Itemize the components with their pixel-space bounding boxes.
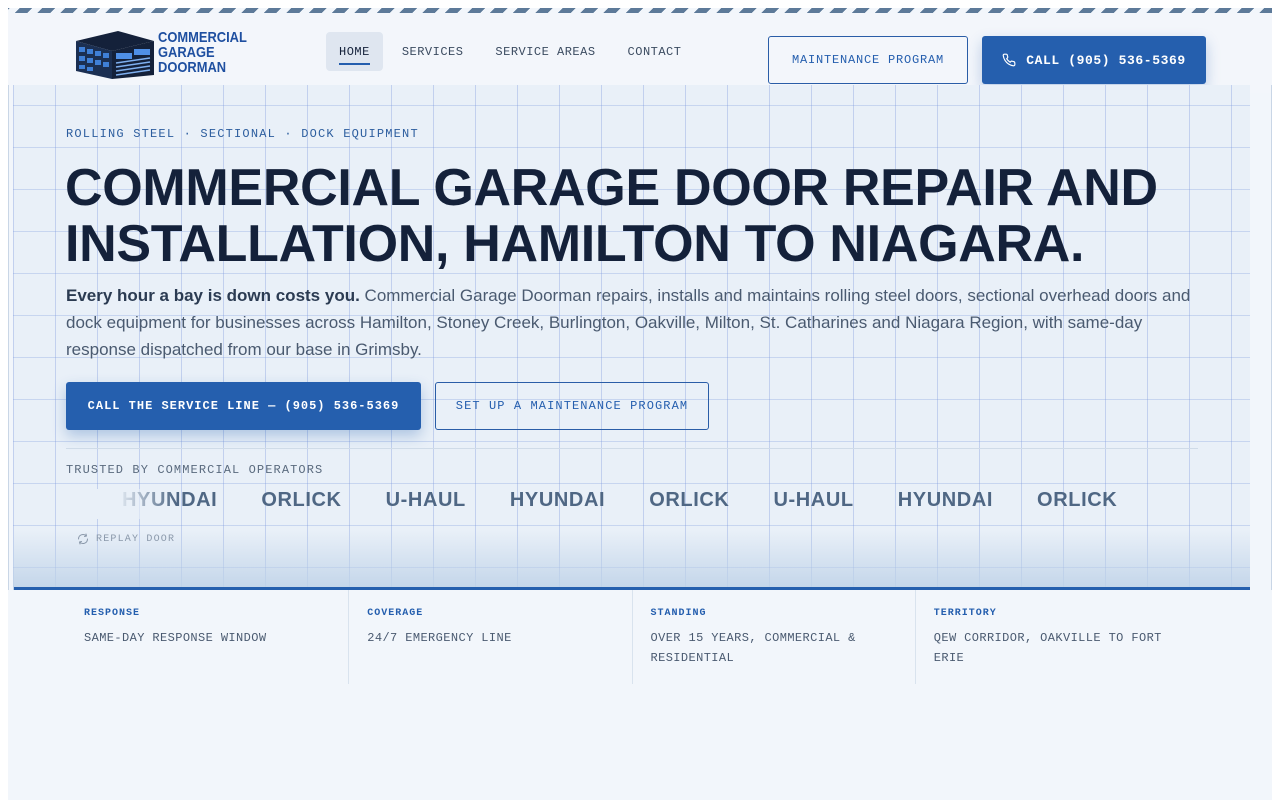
replay-icon bbox=[78, 533, 88, 545]
stat-value: OVER 15 YEARS, COMMERCIAL & RESIDENTIAL bbox=[650, 631, 856, 665]
client-logo: U-HAUL bbox=[773, 489, 854, 511]
hero-right-edge bbox=[1271, 85, 1272, 590]
nav-item-contact[interactable]: CONTACT bbox=[615, 32, 695, 71]
stats-strip: RESPONSE SAME-DAY RESPONSE WINDOW COVERA… bbox=[66, 590, 1198, 684]
stat-label: TERRITORY bbox=[933, 608, 997, 619]
client-logo: U-HAUL bbox=[385, 489, 466, 511]
top-navigation: COMMERCIAL GARAGE DOORMAN HOME SERVICES … bbox=[8, 13, 1272, 93]
stat-standing: STANDING OVER 15 YEARS, COMMERCIAL & RES… bbox=[633, 590, 916, 684]
hero-headline: COMMERCIAL GARAGE DOOR REPAIR AND INSTAL… bbox=[65, 159, 1158, 273]
stat-response: RESPONSE SAME-DAY RESPONSE WINDOW bbox=[66, 590, 350, 684]
site-logo[interactable]: COMMERCIAL GARAGE DOORMAN bbox=[74, 27, 247, 81]
trusted-by-label: TRUSTED BY COMMERCIAL OPERATORS bbox=[66, 463, 324, 477]
hero-lede-strong: Every hour a bay is down costs you. bbox=[66, 286, 360, 305]
call-button[interactable]: CALL (905) 536-5369 bbox=[982, 36, 1206, 84]
stat-value: SAME-DAY RESPONSE WINDOW bbox=[84, 631, 267, 645]
main-menu: HOME SERVICES SERVICE AREAS CONTACT bbox=[326, 32, 700, 71]
nav-item-services[interactable]: SERVICES bbox=[389, 32, 477, 71]
hero-eyebrow: ROLLING STEEL · SECTIONAL · DOCK EQUIPME… bbox=[66, 127, 419, 141]
logo-line: DOORMAN bbox=[158, 59, 227, 76]
building-logo-icon bbox=[76, 31, 154, 79]
call-service-line-button[interactable]: CALL THE SERVICE LINE — (905) 536-5369 bbox=[66, 382, 421, 430]
stat-label: COVERAGE bbox=[367, 608, 424, 619]
stat-value: QEW CORRIDOR, OAKVILLE TO FORT ERIE bbox=[933, 631, 1162, 665]
logo-wordmark: COMMERCIAL GARAGE DOORMAN bbox=[158, 30, 247, 75]
hero-lede: Every hour a bay is down costs you. Comm… bbox=[66, 282, 1206, 363]
phone-icon bbox=[1002, 53, 1016, 67]
logo-line: COMMERCIAL bbox=[158, 29, 247, 46]
call-button-label: CALL (905) 536-5369 bbox=[1026, 52, 1186, 68]
stat-label: RESPONSE bbox=[84, 608, 141, 619]
logo-strip-fade bbox=[66, 489, 176, 519]
client-logo: ORLICK bbox=[261, 489, 342, 511]
stat-territory: TERRITORY QEW CORRIDOR, OAKVILLE TO FORT… bbox=[916, 590, 1198, 684]
client-logo: HYUNDAI bbox=[509, 489, 606, 511]
maintenance-program-cta-button[interactable]: SET UP A MAINTENANCE PROGRAM bbox=[435, 382, 709, 430]
nav-item-service-areas[interactable]: SERVICE AREAS bbox=[482, 32, 608, 71]
replay-door-label: REPLAY DOOR bbox=[96, 533, 176, 545]
maintenance-program-button[interactable]: MAINTENANCE PROGRAM bbox=[768, 36, 968, 84]
nav-item-home[interactable]: HOME bbox=[326, 32, 383, 71]
client-logo-strip: HYUNDAI ORLICK U-HAUL HYUNDAI ORLICK U-H… bbox=[66, 489, 1198, 519]
stat-label: STANDING bbox=[650, 608, 707, 619]
client-logo: HYUNDAI bbox=[897, 489, 994, 511]
stat-coverage: COVERAGE 24/7 EMERGENCY LINE bbox=[349, 590, 633, 684]
client-logo: ORLICK bbox=[649, 489, 730, 511]
hero-divider bbox=[66, 448, 1198, 449]
client-logo-track: HYUNDAI ORLICK U-HAUL HYUNDAI ORLICK U-H… bbox=[122, 489, 1117, 512]
logo-line: GARAGE bbox=[158, 44, 215, 61]
stat-value: 24/7 EMERGENCY LINE bbox=[367, 631, 512, 645]
hero-left-edge bbox=[8, 85, 9, 590]
replay-door-button[interactable]: REPLAY DOOR bbox=[77, 533, 175, 545]
client-logo: ORLICK bbox=[1037, 489, 1118, 511]
